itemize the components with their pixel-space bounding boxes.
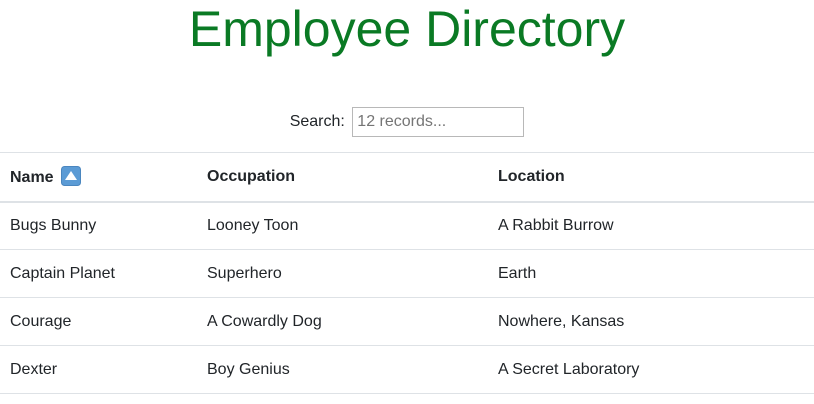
table-row: Bugs Bunny Looney Toon A Rabbit Burrow (0, 201, 814, 250)
employee-directory-page: Employee Directory Search: Name Occupati… (0, 0, 814, 404)
column-header-label: Location (498, 167, 565, 185)
cell-name: Bugs Bunny (0, 201, 197, 250)
column-header-label: Name (10, 169, 54, 187)
page-title: Employee Directory (188, 1, 626, 57)
cell-occupation: Superhero (197, 249, 488, 298)
column-header-label: Occupation (207, 167, 296, 185)
search-input[interactable] (352, 107, 525, 137)
sort-ascending-icon[interactable] (61, 166, 82, 187)
cell-location: A Secret Laboratory (488, 345, 814, 394)
cell-name: Captain Planet (0, 249, 197, 298)
cell-location: A Rabbit Burrow (488, 201, 814, 250)
table-header-row: Name Occupation Location (0, 152, 814, 203)
cell-occupation: Boy Genius (197, 345, 488, 394)
cell-occupation: Looney Toon (197, 201, 488, 250)
column-header-name[interactable]: Name (0, 152, 197, 203)
column-header-occupation[interactable]: Occupation (197, 152, 488, 203)
cell-name: Courage (0, 297, 197, 346)
table-row: Dexter Boy Genius A Secret Laboratory (0, 345, 814, 394)
cell-location: Nowhere, Kansas (488, 297, 814, 346)
search-label: Search: (289, 113, 345, 130)
table-row: Courage A Cowardly Dog Nowhere, Kansas (0, 297, 814, 346)
table-row: Captain Planet Superhero Earth (0, 249, 814, 298)
search-bar: Search: (0, 107, 814, 137)
cell-occupation: A Cowardly Dog (197, 297, 488, 346)
cell-location: Earth (488, 249, 814, 298)
employee-table: Name Occupation Location Bugs Bunny Loon… (0, 152, 814, 394)
cell-name: Dexter (0, 345, 197, 394)
column-header-location[interactable]: Location (488, 152, 814, 203)
